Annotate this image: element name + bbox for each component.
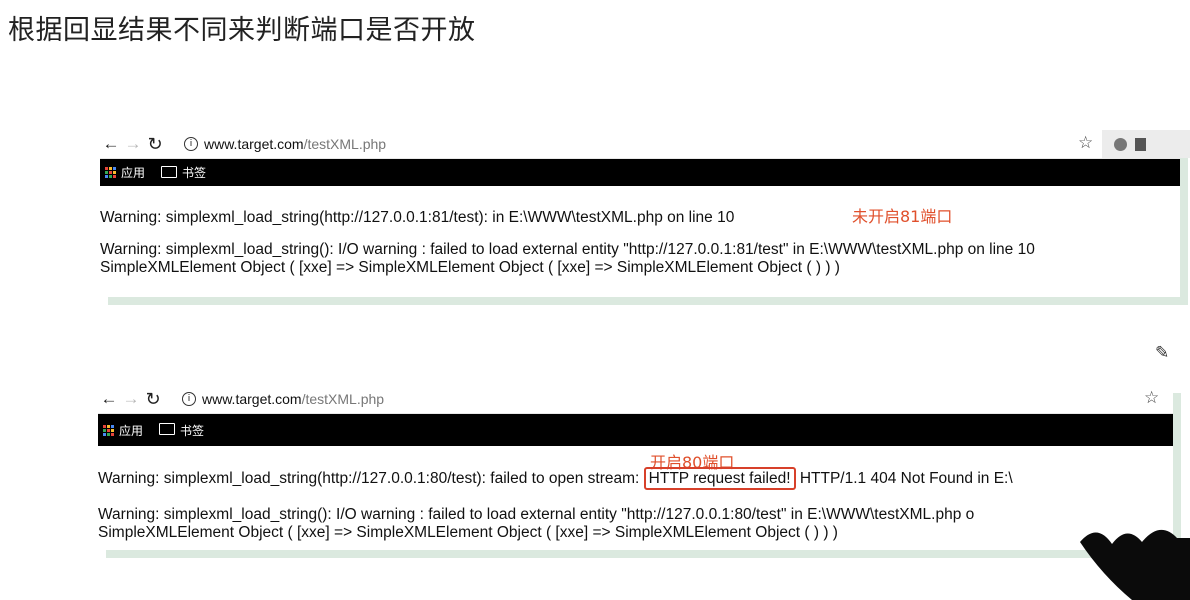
highlighted-error: HTTP request failed! [643, 467, 796, 490]
browser-screenshot-80: ← → ↻ i www.target.com/testXML.php ☆ 应用 … [98, 385, 1173, 550]
address-bar: ← → ↻ i www.target.com/testXML.php ☆ [100, 130, 1190, 159]
forward-arrow-icon[interactable]: → [120, 389, 142, 409]
bookmark-apps[interactable]: 应用 [121, 164, 145, 181]
apps-grid-icon[interactable] [103, 424, 114, 436]
info-icon[interactable]: i [182, 392, 196, 406]
output-line: SimpleXMLElement Object ( [xxe] => Simpl… [98, 524, 838, 541]
bookmark-folder[interactable]: 书签 [182, 164, 206, 181]
url-host[interactable]: www.target.com [204, 136, 304, 152]
folder-icon [159, 423, 176, 435]
warning-line: Warning: simplexml_load_string(http://12… [100, 209, 735, 226]
warning-line: Warning: simplexml_load_string(): I/O wa… [98, 506, 975, 523]
warning-text-tail: HTTP/1.1 404 Not Found in E:\ [799, 470, 1013, 487]
folder-icon [161, 165, 178, 178]
star-icon[interactable]: ☆ [1144, 388, 1159, 408]
document-icon[interactable] [1135, 137, 1146, 151]
back-arrow-icon[interactable]: ← [100, 134, 122, 154]
address-bar: ← → ↻ i www.target.com/testXML.php ☆ [98, 385, 1173, 414]
browser-screenshot-81: ← → ↻ i www.target.com/testXML.php ☆ 应用 … [100, 130, 1190, 297]
url-path[interactable]: /testXML.php [302, 391, 385, 407]
back-arrow-icon[interactable]: ← [98, 389, 120, 409]
star-icon[interactable]: ☆ [1078, 133, 1093, 153]
bookmark-apps[interactable]: 应用 [119, 422, 143, 439]
warning-text: Warning: simplexml_load_string(http://12… [98, 470, 640, 487]
info-icon[interactable]: i [184, 137, 198, 151]
apps-grid-icon[interactable] [105, 167, 116, 178]
extensions-area [1102, 130, 1190, 158]
reload-icon[interactable]: ↻ [142, 389, 164, 410]
url-path[interactable]: /testXML.php [304, 136, 387, 152]
bookmarks-bar: 应用 书签 [100, 159, 1180, 186]
forward-arrow-icon[interactable]: → [122, 134, 144, 154]
bookmark-folder[interactable]: 书签 [180, 422, 204, 439]
extension-icon[interactable] [1114, 137, 1127, 151]
corner-decoration [1080, 530, 1190, 600]
annotation-closed-port: 未开启81端口 [852, 207, 953, 226]
pencil-icon[interactable]: ✎ [1155, 343, 1169, 363]
page-title: 根据回显结果不同来判断端口是否开放 [8, 15, 476, 46]
warning-line: Warning: simplexml_load_string(http://12… [98, 467, 1013, 490]
url-host[interactable]: www.target.com [202, 391, 302, 407]
bookmarks-bar: 应用 书签 [98, 414, 1173, 446]
warning-line: Warning: simplexml_load_string(): I/O wa… [100, 241, 1035, 258]
output-line: SimpleXMLElement Object ( [xxe] => Simpl… [100, 259, 840, 276]
reload-icon[interactable]: ↻ [144, 134, 166, 155]
